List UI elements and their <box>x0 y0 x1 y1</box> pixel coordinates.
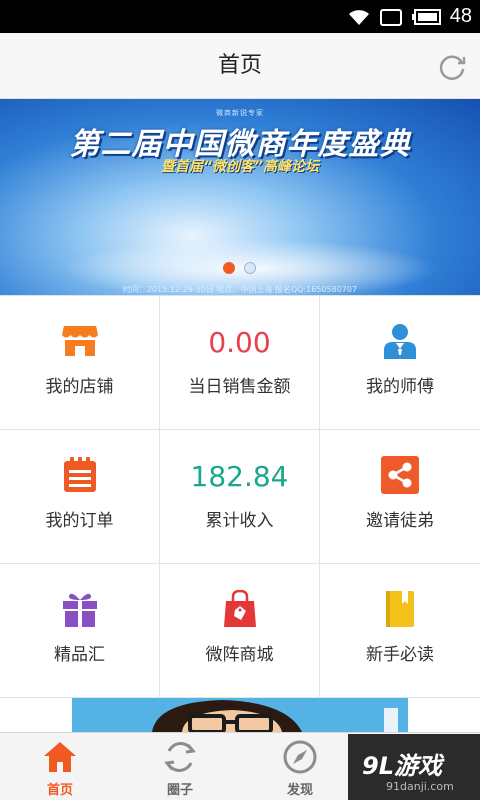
grid-item-label: 新手必读 <box>366 645 434 665</box>
daily-sales-value: 0.00 <box>208 326 271 359</box>
total-income-value: 182.84 <box>190 460 289 493</box>
nav-item-home[interactable]: 首页 <box>0 733 120 800</box>
shop-icon <box>62 326 98 356</box>
status-icons: 48 <box>347 0 472 33</box>
app-screen: 48 首页 微商新锐专家 第二届中国微商年度盛典 暨首届“微创客”高峰论坛 时间… <box>0 0 480 800</box>
nav-label: 圈子 <box>166 783 193 798</box>
grid-item-label: 精品汇 <box>54 645 105 665</box>
grid-item-label: 我的师傅 <box>366 377 434 397</box>
banner-caption: 时间：2015.12.29-30日 地点：中国上海 报名QQ:165058070… <box>122 285 358 294</box>
refresh-icon[interactable] <box>436 50 468 82</box>
order-icon <box>64 457 96 492</box>
grid-item-label: 当日销售金额 <box>188 377 291 397</box>
shopping-bag-icon <box>224 590 256 627</box>
grid-item-label: 我的订单 <box>45 511 114 531</box>
grid-item-invite-apprentice[interactable]: 邀请徒弟 <box>320 430 480 564</box>
grid-item-my-mentor[interactable]: 我的师傅 <box>320 296 480 430</box>
mentor-icon <box>384 324 416 359</box>
home-icon <box>44 742 76 772</box>
grid-item-daily-sales[interactable]: 0.00 当日销售金额 <box>160 296 320 430</box>
share-icon <box>381 456 419 494</box>
cartoon-face-icon <box>152 700 398 732</box>
promo-banner[interactable]: 微商新锐专家 第二届中国微商年度盛典 暨首届“微创客”高峰论坛 时间：2015.… <box>0 99 480 295</box>
nav-item-circle[interactable]: 圈子 <box>120 733 240 800</box>
grid-item-label: 累计收入 <box>205 511 274 531</box>
watermark-main: 9L游戏 <box>362 752 442 780</box>
grid-item-beginner-guide[interactable]: 新手必读 <box>320 564 480 698</box>
page-title: 首页 <box>217 53 262 78</box>
status-time: 48 <box>449 5 472 27</box>
grid-item-boutique[interactable]: 精品汇 <box>0 564 160 698</box>
promo-artwork <box>72 698 408 732</box>
book-icon <box>386 591 414 627</box>
grid-item-label: 微阵商城 <box>205 645 274 665</box>
app-header: 首页 <box>0 33 480 99</box>
grid-item-my-orders[interactable]: 我的订单 <box>0 430 160 564</box>
watermark-logo: 9L游戏 91danji.com <box>348 734 480 800</box>
status-bar: 48 <box>0 0 480 33</box>
grid-item-mall[interactable]: 微阵商城 <box>160 564 320 698</box>
grid-item-my-shop[interactable]: 我的店铺 <box>0 296 160 430</box>
banner-kicker: 微商新锐专家 <box>216 109 264 117</box>
feature-grid: 我的店铺 0.00 当日销售金额 我的师傅 我的订单 182.84 累计收入 邀… <box>0 295 480 698</box>
wifi-icon <box>348 9 369 25</box>
compass-icon <box>283 740 317 774</box>
gift-icon <box>63 593 97 627</box>
nav-label: 首页 <box>46 783 73 798</box>
sim-icon <box>379 8 402 26</box>
banner-subline: 暨首届“微创客”高峰论坛 <box>160 159 320 175</box>
grid-item-label: 我的店铺 <box>45 377 114 397</box>
nav-label: 发现 <box>286 783 313 798</box>
watermark-sub: 91danji.com <box>386 780 454 793</box>
circle-icon <box>164 742 196 772</box>
nav-item-discover[interactable]: 发现 <box>240 733 360 800</box>
grid-item-total-income[interactable]: 182.84 累计收入 <box>160 430 320 564</box>
banner-dot-active[interactable] <box>223 262 235 274</box>
battery-icon <box>411 8 441 25</box>
promo-strip[interactable] <box>0 698 480 732</box>
grid-item-label: 邀请徒弟 <box>366 511 434 531</box>
banner-dot-inactive[interactable] <box>244 262 256 274</box>
